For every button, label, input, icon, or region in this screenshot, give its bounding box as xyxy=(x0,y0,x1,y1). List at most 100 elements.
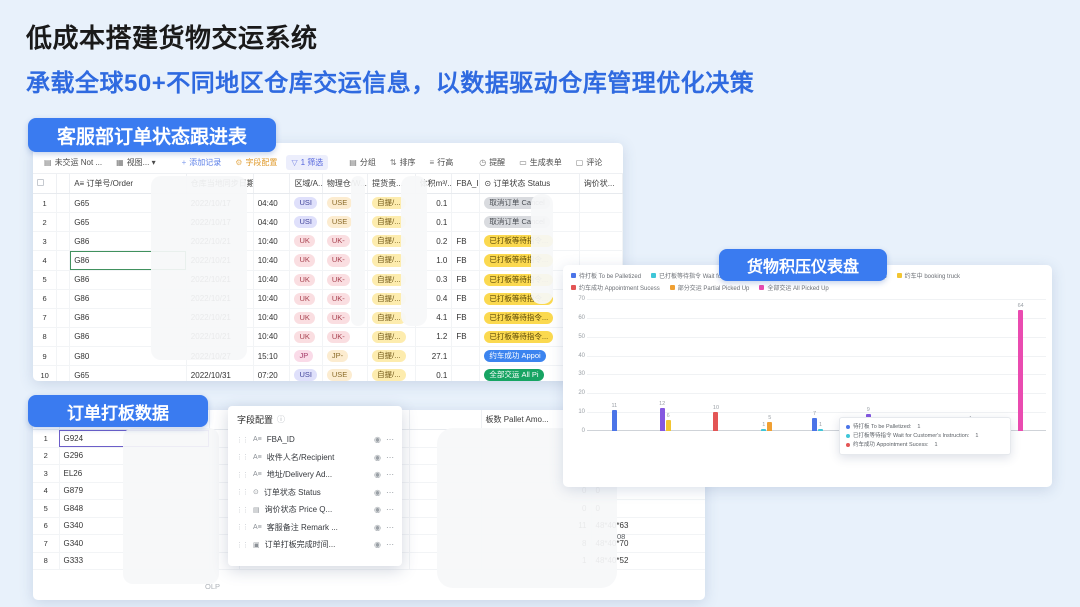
table-row[interactable]: 9G802022/10/2715:10JPJP-自提/...27.1约车成功 A… xyxy=(33,347,623,366)
field-config-row-2[interactable]: ⋮⋮A≡地址/Delivery Ad...◉⋯ xyxy=(228,466,402,484)
more-icon[interactable]: ⋯ xyxy=(386,505,394,514)
cell-order[interactable]: G65 xyxy=(70,194,187,213)
orders-col-3[interactable]: 仓库当地同步日期/Syn... xyxy=(186,174,253,194)
toolbar-item-0[interactable]: ▤未交运 Not ... xyxy=(39,155,107,170)
question-icon[interactable]: ⓘ xyxy=(277,414,285,425)
table-row[interactable]: 6G862022/10/2110:40UKUK-自提/...0.4FB已打板等待… xyxy=(33,289,623,308)
cell-order[interactable]: G80 xyxy=(70,347,187,366)
orders-col-4[interactable] xyxy=(253,174,290,194)
eye-icon[interactable]: ◉ xyxy=(374,540,381,549)
cell-order[interactable]: G86 xyxy=(70,289,187,308)
drag-handle-icon[interactable]: ⋮⋮ xyxy=(236,453,248,461)
drag-handle-icon[interactable]: ⋮⋮ xyxy=(236,471,248,479)
orders-col-10[interactable]: ⊙ 订单状态 Status xyxy=(480,174,579,194)
cell-order[interactable]: G296 xyxy=(59,447,209,465)
drag-handle-icon[interactable]: ⋮⋮ xyxy=(236,523,248,531)
cell-order[interactable]: EL26 xyxy=(59,465,209,483)
toolbar-item-8[interactable]: ◷提醒 xyxy=(474,155,510,170)
toolbar-item-6[interactable]: ⇅排序 xyxy=(385,155,421,170)
table-row[interactable]: 7G862022/10/2110:40UKUK-自提/...4.1FB已打板等待… xyxy=(33,308,623,327)
bar-4-1[interactable]: 1 xyxy=(818,429,823,431)
cell-order[interactable]: G86 xyxy=(70,251,187,270)
bar-3-1[interactable]: 1 xyxy=(761,429,766,431)
field-config-row-1[interactable]: ⋮⋮A≡收件人名/Recipient◉⋯ xyxy=(228,449,402,467)
bar-8-6[interactable]: 64 xyxy=(1018,310,1023,431)
bar-4-0[interactable]: 7 xyxy=(812,418,817,431)
cell-order[interactable]: G340 xyxy=(59,517,209,535)
cell-order[interactable]: G333 xyxy=(59,552,209,570)
cell-order[interactable]: G65 xyxy=(70,366,187,381)
bar-0-0[interactable]: 11 xyxy=(612,410,617,431)
field-config-row-4[interactable]: ⋮⋮▤询价状态 Price Q...◉⋯ xyxy=(228,501,402,519)
orders-col-0[interactable] xyxy=(33,174,57,194)
orders-grid[interactable]: A≡ 订单号/Order仓库当地同步日期/Syn... 区域/A...物理仓/W.… xyxy=(33,174,623,381)
bar-2-4[interactable]: 10 xyxy=(713,412,718,431)
eye-icon[interactable]: ◉ xyxy=(374,453,381,462)
legend-item-3[interactable]: 约车中 booking truck xyxy=(897,271,960,280)
table-row[interactable]: 5G862022/10/2110:40UKUK-自提/...0.3FB已打板等待… xyxy=(33,270,623,289)
table-row[interactable]: 3G862022/10/2110:40UKUK-自提/...0.2FB已打板等待… xyxy=(33,232,623,251)
eye-icon[interactable]: ◉ xyxy=(374,435,381,444)
toolbar-item-5[interactable]: ▤分组 xyxy=(344,155,381,170)
field-config-row-6[interactable]: ⋮⋮▣订单打板完成时间...◉⋯ xyxy=(228,536,402,554)
toolbar-item-2[interactable]: +添加记录 xyxy=(177,155,227,170)
orders-col-1[interactable] xyxy=(57,174,70,194)
cell-order[interactable]: G86 xyxy=(70,232,187,251)
more-icon[interactable]: ⋯ xyxy=(386,470,394,479)
table-row[interactable]: 8G862022/10/2110:40UKUK-自提/...1.2FB已打板等待… xyxy=(33,327,623,346)
cell-order[interactable]: G879 xyxy=(59,482,209,500)
field-config-row-3[interactable]: ⋮⋮⊙订单状态 Status◉⋯ xyxy=(228,484,402,502)
table-row[interactable]: 1G652022/10/1704:40USIUSE自提/...0.1取消订单 C… xyxy=(33,194,623,213)
legend-item-6[interactable]: 全部交运 All Picked Up xyxy=(759,283,828,292)
cell-order[interactable]: G86 xyxy=(70,308,187,327)
field-config-row-5[interactable]: ⋮⋮A≡客服备注 Remark ...◉⋯ xyxy=(228,519,402,537)
field-config-row-0[interactable]: ⋮⋮A≡FBA_ID◉⋯ xyxy=(228,431,402,449)
orders-col-11[interactable]: 询价状... xyxy=(579,174,622,194)
cell-order[interactable]: G924 xyxy=(59,430,209,448)
bar-1-3[interactable]: 6 xyxy=(666,420,671,431)
cell-time: 10:40 xyxy=(253,270,290,289)
field-config-panel[interactable]: 字段配置 ⓘ ⋮⋮A≡FBA_ID◉⋯⋮⋮A≡收件人名/Recipient◉⋯⋮… xyxy=(228,406,402,566)
cell-order[interactable]: G86 xyxy=(70,327,187,346)
toolbar-item-7[interactable]: ≡行高 xyxy=(425,155,459,170)
toolbar-item-4[interactable]: ▽1 筛选 xyxy=(286,155,328,170)
orders-col-9[interactable]: FBA_ID xyxy=(452,174,480,194)
drag-handle-icon[interactable]: ⋮⋮ xyxy=(236,506,248,514)
orders-col-5[interactable]: 区域/A... xyxy=(290,174,322,194)
drag-handle-icon[interactable]: ⋮⋮ xyxy=(236,541,248,549)
toolbar-item-9[interactable]: ▭生成表单 xyxy=(514,155,567,170)
eye-icon[interactable]: ◉ xyxy=(374,488,381,497)
orders-body[interactable]: 1G652022/10/1704:40USIUSE自提/...0.1取消订单 C… xyxy=(33,194,623,382)
orders-col-6[interactable]: 物理仓/W... xyxy=(322,174,367,194)
more-icon[interactable]: ⋯ xyxy=(386,540,394,549)
cell-order[interactable]: G86 xyxy=(70,270,187,289)
pallet-col-4[interactable] xyxy=(409,410,481,430)
drag-handle-icon[interactable]: ⋮⋮ xyxy=(236,488,248,496)
orders-col-8[interactable]: 体积m³/... xyxy=(415,174,452,194)
legend-item-4[interactable]: 约车成功 Appointment Sucess xyxy=(571,283,660,292)
bar-3-5[interactable]: 5 xyxy=(767,422,772,431)
eye-icon[interactable]: ◉ xyxy=(374,470,381,479)
drag-handle-icon[interactable]: ⋮⋮ xyxy=(236,436,248,444)
more-icon[interactable]: ⋯ xyxy=(386,435,394,444)
legend-item-0[interactable]: 待打板 To be Palletized xyxy=(571,271,641,280)
more-icon[interactable]: ⋯ xyxy=(386,453,394,462)
more-icon[interactable]: ⋯ xyxy=(386,488,394,497)
eye-icon[interactable]: ◉ xyxy=(374,523,381,532)
table-row[interactable]: 4G862022/10/2110:40UKUK-自提/...1.0FB已打板等待… xyxy=(33,251,623,270)
field-config-list[interactable]: ⋮⋮A≡FBA_ID◉⋯⋮⋮A≡收件人名/Recipient◉⋯⋮⋮A≡地址/D… xyxy=(228,431,402,554)
toolbar-item-1[interactable]: ▦视图... ▾ xyxy=(111,155,160,170)
table-row[interactable]: 10G652022/10/3107:20USIUSE自提/...0.1全部交运 … xyxy=(33,366,623,381)
legend-item-5[interactable]: 部分交运 Partial Picked Up xyxy=(670,283,750,292)
toolbar-item-3[interactable]: ⚙字段配置 xyxy=(230,155,282,170)
orders-col-7[interactable]: 提货责... xyxy=(368,174,416,194)
eye-icon[interactable]: ◉ xyxy=(374,505,381,514)
cell-order[interactable]: G340 xyxy=(59,535,209,553)
orders-col-2[interactable]: A≡ 订单号/Order xyxy=(70,174,187,194)
cell-order[interactable]: G65 xyxy=(70,213,187,232)
bar-1-2[interactable]: 12 xyxy=(660,408,665,431)
more-icon[interactable]: ⋯ xyxy=(386,523,394,532)
toolbar-item-10[interactable]: ▢评论 xyxy=(571,155,608,170)
cell-order[interactable]: G848 xyxy=(59,500,209,518)
table-row[interactable]: 2G652022/10/1704:40USIUSE自提/...0.1取消订单 C… xyxy=(33,213,623,232)
